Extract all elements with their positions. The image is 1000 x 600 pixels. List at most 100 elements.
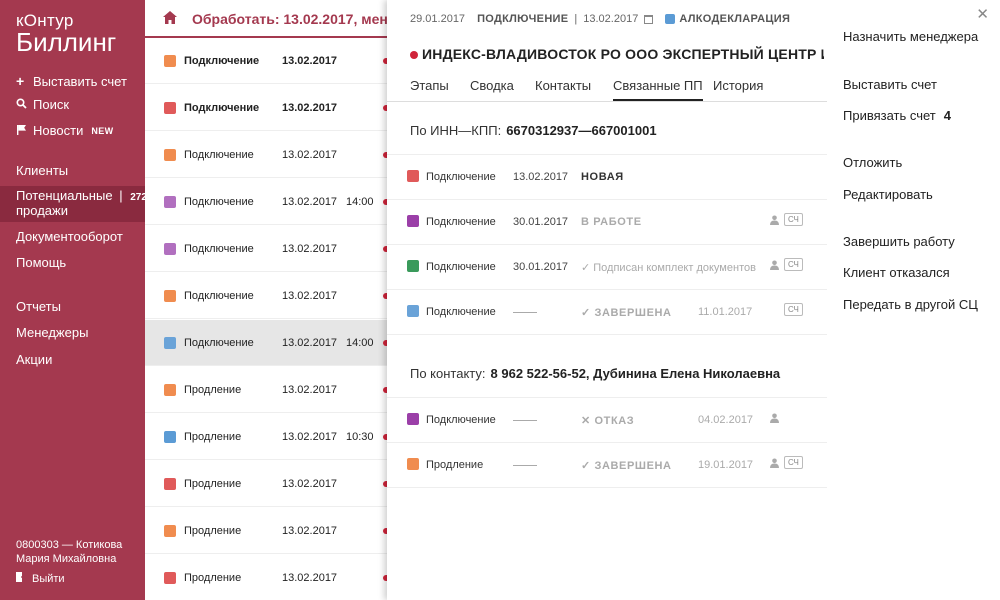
empty-date-dash (513, 464, 537, 466)
list-item-date: 13.02.2017 (282, 149, 338, 161)
list-item-type: Продление (184, 525, 242, 537)
purple-icon (164, 243, 176, 255)
list-item-date: 13.02.2017 (282, 572, 338, 584)
close-icon[interactable]: ✕ (976, 5, 989, 23)
list-item[interactable]: Подключение 13.02.2017 (145, 226, 387, 272)
request-type-icon (407, 458, 419, 470)
related-type: Продление (426, 459, 484, 471)
calendar-icon[interactable] (644, 14, 654, 24)
request-type-icon (407, 413, 419, 425)
tab-stages[interactable]: Этапы (410, 78, 449, 99)
related-row[interactable]: Подключение ✕ ОТКАЗ 04.02.2017 (387, 397, 827, 442)
list-item-type: Подключение (184, 337, 254, 349)
list-item-type: Продление (184, 478, 242, 490)
link-invoice-button[interactable]: Привязать счет 4 (843, 108, 951, 123)
list-item[interactable]: Подключение 13.02.2017 (145, 273, 387, 319)
search-icon (16, 97, 30, 112)
request-type-icon (407, 170, 419, 182)
list-item-date: 13.02.2017 (282, 337, 338, 349)
list-item-date: 13.02.2017 (282, 55, 338, 67)
user-line1: 0800303 — Котикова (16, 539, 123, 551)
logout-icon (16, 572, 27, 585)
tab-related[interactable]: Связанные ПП (613, 78, 703, 101)
related-status: НОВАЯ (581, 171, 624, 183)
list-item[interactable]: Подключение 13.02.2017 (145, 132, 387, 178)
list-item[interactable]: Подключение 13.02.2017 14:00 (145, 320, 387, 366)
tab-history[interactable]: История (713, 78, 763, 99)
tab-summary[interactable]: Сводка (470, 78, 514, 99)
client-refused-button[interactable]: Клиент отказался (843, 265, 950, 280)
related-type: Подключение (426, 414, 496, 426)
status-dot (410, 51, 418, 59)
header-product: АЛКОДЕКЛАРАЦИЯ (679, 13, 791, 25)
sidebar-item-potential-sales[interactable]: Потенциальные | 272 продажи (0, 186, 147, 222)
sidebar-item-docflow[interactable]: Документооборот (16, 229, 123, 244)
request-type-icon (407, 260, 419, 272)
sidebar-item-separator: | (119, 188, 123, 203)
list-item-type: Продление (184, 431, 242, 443)
postpone-button[interactable]: Отложить (843, 155, 902, 170)
list-item[interactable]: Продление 13.02.2017 (145, 555, 387, 600)
user-info: 0800303 — Котикова Мария Михайловна (16, 538, 122, 566)
list-item[interactable]: Подключение 13.02.2017 (145, 85, 387, 131)
actions-panel: ✕ Назначить менеджера Выставить счет При… (827, 0, 1000, 600)
logo[interactable]: кОнтур Биллинг (16, 12, 116, 55)
sidebar-item-promotions[interactable]: Акции (16, 352, 52, 367)
list-item[interactable]: Подключение 13.02.2017 14:00 (145, 179, 387, 225)
list-item[interactable]: Продление 13.02.2017 (145, 367, 387, 413)
link-invoice-label: Привязать счет (843, 108, 936, 123)
red-icon (164, 478, 176, 490)
search-link[interactable]: Поиск (16, 97, 69, 112)
list-item-type: Продление (184, 572, 242, 584)
edit-button[interactable]: Редактировать (843, 187, 933, 202)
sidebar-item-reports[interactable]: Отчеты (16, 299, 61, 314)
detail-panel: 29.01.2017 ПОДКЛЮЧЕНИЕ | 13.02.2017 АЛКО… (387, 0, 827, 600)
create-invoice-button[interactable]: Выставить счет (843, 77, 937, 92)
related-date: 13.02.2017 (513, 171, 569, 183)
home-icon[interactable] (163, 11, 177, 24)
contact-section-title: По контакту: 8 962 522-56-52, Дубинина Ел… (410, 366, 780, 381)
transfer-sc-button[interactable]: Передать в другой СЦ (843, 297, 978, 312)
purple-icon (164, 196, 176, 208)
orange-icon (164, 290, 176, 302)
finish-work-button[interactable]: Завершить работу (843, 234, 955, 249)
related-date (513, 306, 537, 318)
panel-tabs: Этапы Сводка Контакты Связанные ПП Истор… (387, 76, 827, 102)
create-invoice-link[interactable]: + Выставить счет (16, 73, 127, 89)
list-item[interactable]: Продление 13.02.2017 (145, 461, 387, 507)
panel-header: 29.01.2017 ПОДКЛЮЧЕНИЕ | 13.02.2017 АЛКО… (410, 13, 790, 25)
request-type-icon (407, 305, 419, 317)
news-link[interactable]: Новости NEW (16, 123, 114, 138)
assign-manager-button[interactable]: Назначить менеджера (843, 29, 978, 44)
sidebar: кОнтур Биллинг + Выставить счет Поиск Но… (0, 0, 147, 600)
empty-date-dash (513, 419, 537, 421)
related-row[interactable]: Продление ✓ ЗАВЕРШЕНА 19.01.2017 СЧ (387, 442, 827, 487)
list-item-type: Подключение (184, 102, 260, 114)
list-item[interactable]: Подключение 13.02.2017 (145, 38, 387, 84)
logout-link[interactable]: Выйти (16, 572, 65, 585)
sidebar-item-help[interactable]: Помощь (16, 255, 66, 270)
related-row[interactable]: Подключение 30.01.2017 ✓ Подписан комплект… (387, 244, 827, 289)
related-row[interactable]: Подключение 30.01.2017 В РАБОТЕ СЧ (387, 199, 827, 244)
invoice-badge[interactable]: СЧ (784, 303, 803, 316)
related-type: Подключение (426, 306, 496, 318)
logout-label: Выйти (32, 572, 65, 585)
invoice-badge[interactable]: СЧ (784, 456, 803, 469)
list-item[interactable]: Продление 13.02.2017 (145, 508, 387, 554)
sidebar-item-clients[interactable]: Клиенты (16, 163, 68, 178)
related-type: Подключение (426, 171, 496, 183)
header-separator: | (574, 13, 578, 25)
sidebar-item-managers[interactable]: Менеджеры (16, 325, 88, 340)
related-row[interactable]: Подключение 13.02.2017 НОВАЯ (387, 154, 827, 199)
list-item-date: 13.02.2017 (282, 290, 338, 302)
tab-contacts[interactable]: Контакты (535, 78, 591, 99)
related-row[interactable]: Подключение ✓ ЗАВЕРШЕНА 11.01.2017 СЧ (387, 289, 827, 334)
product-icon (665, 14, 676, 24)
invoice-badge[interactable]: СЧ (784, 213, 803, 226)
user-icon (770, 413, 779, 423)
list-item[interactable]: Продление 13.02.2017 10:30 (145, 414, 387, 460)
contact-value: 8 962 522-56-52, Дубинина Елена Николаев… (490, 366, 781, 381)
invoice-badge[interactable]: СЧ (784, 258, 803, 271)
plus-icon: + (16, 73, 25, 89)
red-icon (164, 572, 176, 584)
